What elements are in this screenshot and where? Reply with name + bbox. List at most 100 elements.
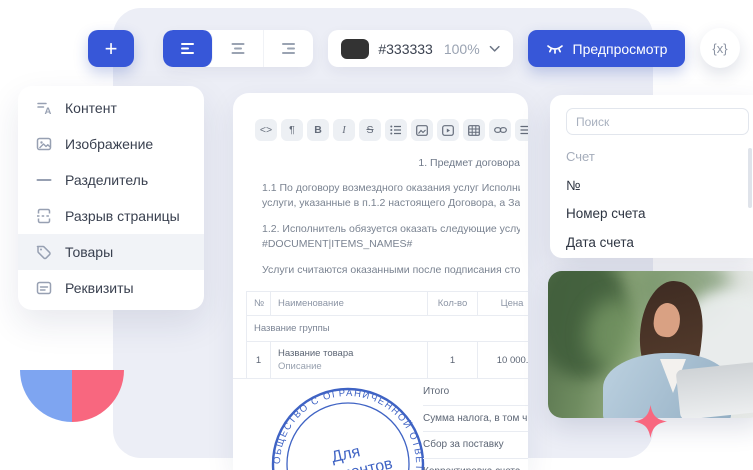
page-break-icon	[35, 207, 53, 225]
card-icon	[35, 279, 53, 297]
menu-item-image[interactable]: Изображение	[18, 126, 204, 162]
variables-group-label: Счет	[566, 149, 749, 164]
total-row-delivery: Сбор за поставку	[423, 432, 528, 459]
align-justify-icon	[520, 125, 528, 135]
insert-image-button[interactable]	[411, 119, 433, 141]
menu-item-label: Изображение	[65, 136, 153, 152]
paragraph-line: 1.2. Исполнитель обязуется оказать следу…	[262, 222, 520, 237]
menu-item-label: Товары	[65, 244, 113, 260]
content-icon: A	[35, 99, 53, 117]
add-block-button[interactable]: +	[88, 30, 134, 67]
italic-icon: I	[342, 125, 346, 136]
search-input[interactable]	[566, 108, 749, 135]
strikethrough-icon: S	[366, 124, 373, 136]
paragraph-button[interactable]: ¶	[281, 119, 303, 141]
bold-button[interactable]: B	[307, 119, 329, 141]
menu-item-requisites[interactable]: Реквизиты	[18, 270, 204, 306]
list-icon	[390, 125, 402, 135]
list-button[interactable]	[385, 119, 407, 141]
scrollbar[interactable]	[748, 148, 752, 208]
menu-item-label: Разделитель	[65, 172, 148, 188]
document-paragraph: 1.1 По договору возмездного оказания усл…	[262, 181, 520, 211]
menu-item-label: Контент	[65, 100, 117, 116]
col-header-price: Цена	[478, 292, 529, 316]
preview-button-label: Предпросмотр	[573, 41, 668, 57]
opacity-value: 100%	[444, 41, 480, 57]
sparkle-shape	[634, 405, 667, 438]
group-row: Название группы	[247, 316, 529, 342]
variable-item-invoice-number[interactable]: Номер счета	[566, 206, 749, 221]
insert-video-button[interactable]	[437, 119, 459, 141]
decorative-quarter-blue	[20, 370, 72, 422]
align-center-button[interactable]	[213, 30, 263, 67]
code-button[interactable]: <>	[255, 119, 277, 141]
document-paragraph: Услуги считаются оказанными после подпис…	[262, 263, 520, 278]
insert-table-button[interactable]	[463, 119, 485, 141]
laptop-shape	[676, 362, 753, 418]
color-hex-value: #333333	[378, 41, 433, 57]
total-row-correction: Корректировка счета	[423, 459, 528, 470]
menu-item-label: Реквизиты	[65, 280, 134, 296]
align-right-button[interactable]	[264, 30, 313, 67]
menu-item-products[interactable]: Товары	[18, 234, 204, 270]
cell-name: Название товара Описание	[271, 342, 428, 379]
align-right-icon	[280, 42, 296, 55]
variables-button[interactable]: {x}	[700, 28, 740, 68]
menu-item-divider[interactable]: Разделитель	[18, 162, 204, 198]
document-paragraph: 1.2. Исполнитель обязуется оказать следу…	[262, 222, 520, 252]
group-row-label: Название группы	[247, 316, 529, 342]
paragraph-line: услуги, указанные в п.1.2 настоящего Дог…	[262, 196, 520, 211]
divider-icon	[35, 171, 53, 189]
text-color-control[interactable]: #333333 100%	[328, 30, 513, 67]
items-table-header-row: № Наименование Кол-во Цена	[247, 292, 529, 316]
preview-button[interactable]: Предпросмотр	[528, 30, 685, 67]
photo-card	[548, 271, 753, 418]
col-header-name: Наименование	[271, 292, 428, 316]
align-center-icon	[230, 42, 246, 55]
app-window: + #333333 100%	[0, 0, 753, 470]
insert-image-icon	[416, 125, 428, 136]
document-heading: 1. Предмет договора	[246, 157, 520, 169]
code-icon: <>	[260, 124, 272, 136]
editor-toolbar: <> ¶ B I S	[233, 93, 528, 141]
align-left-button[interactable]	[163, 30, 213, 67]
paragraph-line: 1.1 По договору возмездного оказания усл…	[262, 181, 520, 196]
insert-link-button[interactable]	[489, 119, 511, 141]
paragraph-line: #DOCUMENT|ITEMS_NAMES#	[262, 237, 520, 252]
bold-icon: B	[314, 124, 322, 136]
chevron-down-icon	[489, 45, 500, 53]
total-row-tax: Сумма налога, в том числе	[423, 406, 528, 433]
cell-qty: 1	[428, 342, 478, 379]
document-editor: <> ¶ B I S	[233, 93, 528, 470]
align-left-icon	[180, 42, 196, 55]
variable-item-number-sign[interactable]: №	[566, 178, 749, 193]
document-content[interactable]: 1. Предмет договора 1.1 По договору возм…	[233, 141, 528, 379]
variables-dropdown: Счет № Номер счета Дата счета	[550, 95, 753, 258]
svg-text:A: A	[45, 106, 52, 117]
col-header-num: №	[247, 292, 271, 316]
variable-item-invoice-date[interactable]: Дата счета	[566, 235, 749, 250]
cell-num: 1	[247, 342, 271, 379]
italic-button[interactable]: I	[333, 119, 355, 141]
insert-link-icon	[494, 126, 507, 134]
align-justify-button[interactable]	[515, 119, 528, 141]
block-menu: A Контент Изображение Разделитель	[18, 86, 204, 310]
paragraph-line: Услуги считаются оказанными после подпис…	[262, 263, 520, 278]
menu-item-content[interactable]: A Контент	[18, 90, 204, 126]
eye-icon	[546, 43, 564, 55]
total-row-itogo: Итого	[423, 379, 528, 406]
items-table: № Наименование Кол-во Цена Название груп…	[246, 291, 528, 379]
text-align-group	[163, 30, 313, 67]
color-swatch[interactable]	[341, 39, 369, 59]
document-footer: ОБЩЕСТВО С ОГРАНИЧЕННОЙ ОТВЕТСТВЕННОСТЬЮ…	[233, 378, 528, 470]
table-row: 1 Название товара Описание 1 10 000.00	[247, 342, 529, 379]
menu-item-label: Разрыв страницы	[65, 208, 180, 224]
paragraph-icon: ¶	[289, 124, 295, 136]
insert-video-icon	[442, 125, 454, 136]
strikethrough-button[interactable]: S	[359, 119, 381, 141]
col-header-qty: Кол-во	[428, 292, 478, 316]
item-name: Название товара	[278, 348, 420, 359]
menu-item-page-break[interactable]: Разрыв страницы	[18, 198, 204, 234]
plus-icon: +	[105, 36, 118, 62]
tag-icon	[35, 243, 53, 261]
